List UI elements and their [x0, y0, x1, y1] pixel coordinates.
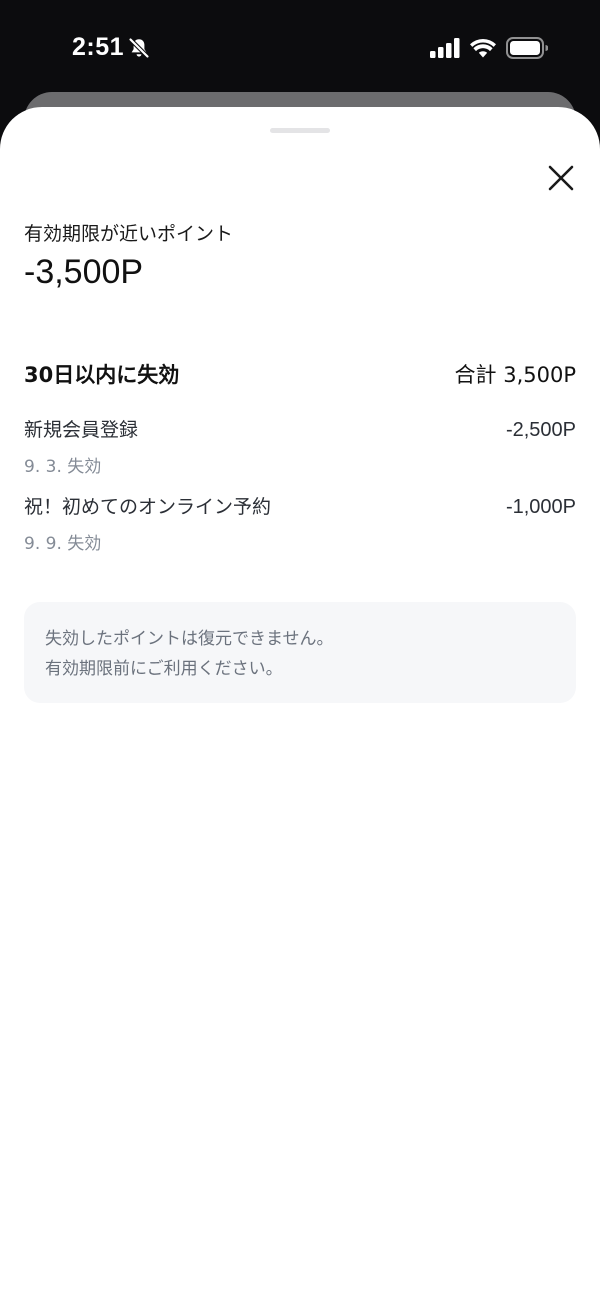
point-item-date: 9. 9. 失効	[24, 534, 102, 554]
bottom-sheet: 有効期限が近いポイント -3,500P 30日以内に失効 合計 3,500P 新…	[0, 107, 600, 1304]
close-button[interactable]	[542, 159, 580, 197]
status-time: 2:51	[72, 33, 125, 61]
notice-line: 有効期限前にご利用ください。	[45, 659, 283, 679]
bell-slash-icon	[128, 37, 150, 59]
list-item: 祝！初めてのオンライン予約 -1,000P 9. 9. 失効	[24, 492, 576, 554]
section-title: 30日以内に失効	[24, 363, 180, 387]
point-item-value: -1,000P	[505, 496, 576, 518]
section-total: 合計 3,500P	[454, 363, 576, 387]
point-item-date: 9. 3. 失効	[24, 457, 102, 477]
point-item-name: 新規会員登録	[24, 419, 139, 441]
status-bar: 2:51	[0, 0, 600, 96]
notice-box: 失効したポイントは復元できません。 有効期限前にご利用ください。	[24, 602, 576, 703]
list-item: 新規会員登録 -2,500P 9. 3. 失効	[24, 415, 576, 477]
section-header: 30日以内に失効 合計 3,500P	[24, 359, 576, 389]
point-item-name: 祝！初めてのオンライン予約	[24, 496, 272, 518]
wifi-icon	[470, 39, 496, 58]
sheet-grabber[interactable]	[270, 128, 330, 133]
notice-line: 失効したポイントは復元できません。	[45, 629, 334, 649]
close-icon	[548, 165, 574, 191]
cellular-signal-icon	[430, 38, 460, 58]
sheet-subtitle: 有効期限が近いポイント	[24, 223, 234, 245]
expiring-points-amount: -3,500P	[24, 253, 144, 291]
point-item-value: -2,500P	[505, 419, 576, 441]
battery-icon	[506, 37, 548, 59]
